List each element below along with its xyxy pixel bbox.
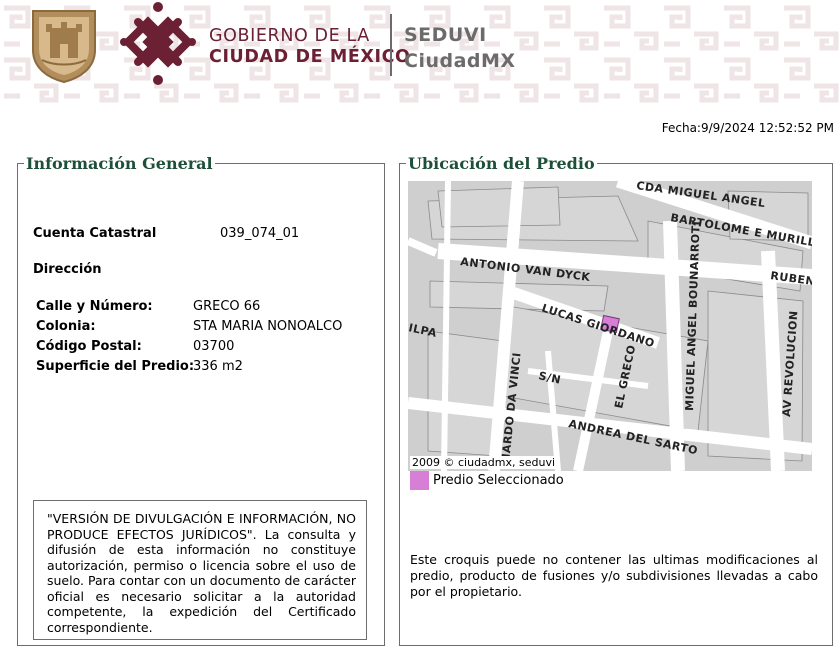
- page-header: GOBIERNO DE LA CIUDAD DE MÉXICO SEDUVI C…: [0, 0, 840, 104]
- gobierno-line2: CIUDAD DE MÉXICO: [209, 47, 411, 67]
- predio-legend-label: Predio Seleccionado: [433, 473, 564, 488]
- map-drawing: CDA MIGUEL ANGEL BARTOLOME E MURILLO RUB…: [408, 181, 812, 471]
- gobierno-title: GOBIERNO DE LA CIUDAD DE MÉXICO: [209, 26, 411, 68]
- codigo-postal-value: 03700: [193, 339, 235, 354]
- croquis-note: Este croquis puede no contener las ultim…: [410, 552, 818, 599]
- seduvi-title: SEDUVI CiudadMX: [404, 22, 516, 74]
- disclaimer-box: "VERSIÓN DE DIVULGACIÓN E INFORMACIÓN, N…: [33, 500, 367, 640]
- cdmx-shield-icon: [32, 10, 96, 84]
- seduvi-line1: SEDUVI: [404, 24, 487, 46]
- superficie-value: 336 m2: [193, 359, 243, 374]
- logo-area: GOBIERNO DE LA CIUDAD DE MÉXICO SEDUVI C…: [0, 0, 540, 104]
- informacion-general-legend: Información General: [26, 154, 213, 173]
- fecha-timestamp: Fecha:9/9/2024 12:52:52 PM: [661, 121, 834, 135]
- header-divider: [390, 14, 392, 76]
- superficie-label: Superficie del Predio:: [36, 359, 195, 374]
- cuenta-catastral-label: Cuenta Catastral: [33, 226, 157, 241]
- calle-label: Calle y Número:: [36, 299, 153, 314]
- cuenta-catastral-value: 039_074_01: [220, 226, 300, 241]
- colonia-value: STA MARIA NONOALCO: [193, 319, 343, 334]
- seduvi-line2: CiudadMX: [404, 50, 516, 72]
- ubicacion-predio-legend: Ubicación del Predio: [408, 154, 595, 173]
- cdmx-knot-logo-icon: [120, 2, 196, 85]
- colonia-label: Colonia:: [36, 319, 96, 334]
- predio-map[interactable]: CDA MIGUEL ANGEL BARTOLOME E MURILLO RUB…: [408, 181, 812, 471]
- map-credit: 2009 © ciudadmx, seduvi: [410, 456, 558, 469]
- predio-legend-swatch: [410, 471, 429, 490]
- calle-value: GRECO 66: [193, 299, 261, 314]
- direccion-label: Dirección: [33, 262, 102, 277]
- codigo-postal-label: Código Postal:: [36, 339, 142, 354]
- gobierno-line1: GOBIERNO DE LA: [209, 26, 370, 46]
